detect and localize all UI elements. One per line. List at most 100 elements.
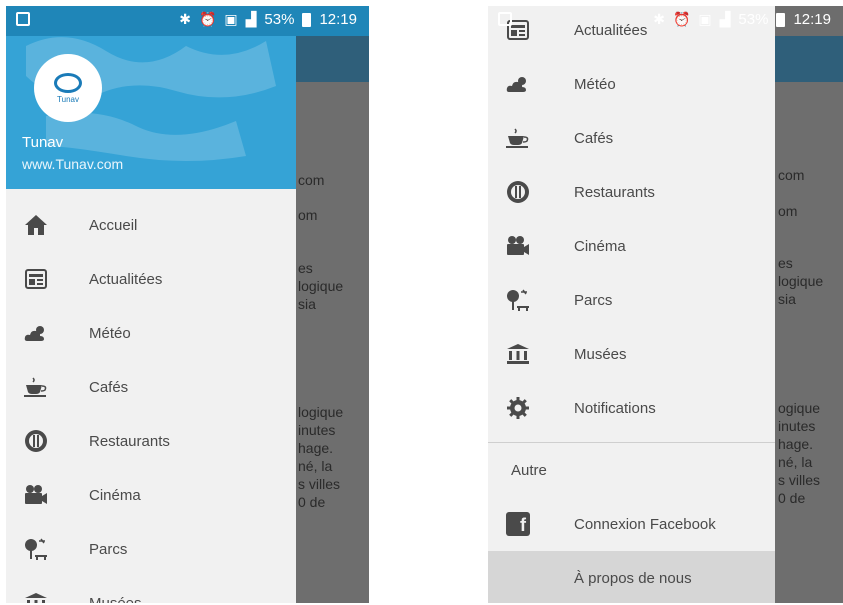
menu-item-actualitees[interactable]: Actualitées <box>6 252 296 306</box>
background-text: 0 de <box>298 494 326 510</box>
background-text: né, la <box>778 454 813 470</box>
coffee-icon <box>23 374 49 400</box>
menu-item-label: À propos de nous <box>574 569 692 587</box>
app-logo-avatar: Tunav <box>34 54 102 122</box>
bluetooth-icon: ✱ <box>653 11 665 27</box>
background-text: né, la <box>298 458 333 474</box>
section-divider <box>488 442 775 443</box>
menu-item-restaurants[interactable]: Restaurants <box>488 165 775 219</box>
background-text: 0 de <box>778 490 806 506</box>
menu-item-notifications[interactable]: Notifications <box>488 381 775 435</box>
signal-icon: ▟ <box>719 11 731 27</box>
background-text: hage. <box>298 440 334 456</box>
coffee-icon <box>505 125 531 151</box>
menu-item-label: Connexion Facebook <box>574 515 716 533</box>
menu-item-restaurants[interactable]: Restaurants <box>6 414 296 468</box>
menu-item-musees[interactable]: Musées <box>6 576 296 603</box>
screenshot-icon <box>16 12 30 26</box>
restaurant-icon <box>23 428 49 454</box>
park-icon <box>505 287 531 313</box>
weather-icon <box>23 320 49 346</box>
background-text: hage. <box>778 436 814 452</box>
menu-item-label: Cafés <box>89 378 129 396</box>
menu-item-meteo[interactable]: Météo <box>488 57 775 111</box>
tunav-logo-icon <box>54 72 82 93</box>
park-icon <box>23 536 49 562</box>
battery-icon <box>302 12 312 27</box>
background-text: logique <box>298 278 344 294</box>
background-text: s villes <box>778 472 821 488</box>
navigation-drawer-scrolled: Actualitées Météo Cafés Restaurants Ciné… <box>488 6 775 603</box>
menu-item-facebook-login[interactable]: f Connexion Facebook <box>488 497 775 551</box>
status-bar: ✱ ⏰ ▣ ▟ 53% 12:19 <box>488 6 843 36</box>
battery-icon <box>776 12 786 27</box>
cinema-icon <box>505 233 531 259</box>
status-bar: ✱ ⏰ ▣ ▟ 53% 12:19 <box>6 6 369 36</box>
account-website: www.Tunav.com <box>22 156 124 172</box>
background-text: om <box>298 207 318 223</box>
menu-item-parcs[interactable]: Parcs <box>6 522 296 576</box>
alarm-icon: ⏰ <box>672 11 691 27</box>
weather-icon <box>505 71 531 97</box>
background-text: inutes <box>298 422 336 438</box>
menu-item-about[interactable]: À propos de nous <box>488 551 775 603</box>
menu-item-label: Parcs <box>89 540 128 558</box>
menu-item-label: Cafés <box>574 129 614 147</box>
background-text: ogique <box>778 400 821 416</box>
gear-icon <box>505 395 531 421</box>
menu-item-cafes[interactable]: Cafés <box>488 111 775 165</box>
battery-percent: 53% <box>738 11 769 28</box>
menu-item-label: Restaurants <box>89 432 170 450</box>
menu-item-meteo[interactable]: Météo <box>6 306 296 360</box>
background-text: inutes <box>778 418 816 434</box>
menu-item-label: Parcs <box>574 291 613 309</box>
menu-item-cinema[interactable]: Cinéma <box>6 468 296 522</box>
battery-percent: 53% <box>264 11 295 28</box>
menu-item-cinema[interactable]: Cinéma <box>488 219 775 273</box>
phone-screen-left: ✱ ⏰ ▣ ▟ 53% 12:19 com om es logique sia … <box>6 6 369 603</box>
menu-item-label: Musées <box>89 594 142 604</box>
menu-item-accueil[interactable]: Accueil <box>6 198 296 252</box>
bluetooth-icon: ✱ <box>179 11 191 27</box>
phone-screen-right: com om es logique sia ogique inutes hage… <box>488 6 843 603</box>
museum-icon <box>23 590 49 603</box>
logo-text: Tunav <box>57 94 79 104</box>
navigation-drawer: Tunav Tunav www.Tunav.com Accueil Actual… <box>6 6 296 603</box>
signal-icon: ▟ <box>245 11 257 27</box>
background-text: s villes <box>298 476 341 492</box>
alarm-icon: ⏰ <box>198 11 217 27</box>
news-icon <box>23 266 49 292</box>
museum-icon <box>505 341 531 367</box>
background-text: com <box>298 172 325 188</box>
background-text: sia <box>298 296 316 312</box>
cinema-icon <box>23 482 49 508</box>
clock: 12:19 <box>319 11 357 28</box>
section-header-autre: Autre <box>511 462 547 479</box>
home-icon <box>23 212 49 238</box>
account-name: Tunav <box>22 134 64 151</box>
menu-item-label: Notifications <box>574 399 656 417</box>
background-text: logique <box>298 404 344 420</box>
menu-item-label: Météo <box>574 75 616 93</box>
menu-item-label: Musées <box>574 345 627 363</box>
menu-item-musees[interactable]: Musées <box>488 327 775 381</box>
menu-item-label: Cinéma <box>574 237 626 255</box>
clock: 12:19 <box>793 11 831 28</box>
facebook-icon: f <box>505 511 531 537</box>
menu-item-label: Météo <box>89 324 131 342</box>
background-text: logique <box>778 273 824 289</box>
menu-item-label: Restaurants <box>574 183 655 201</box>
sim2-icon: ▣ <box>698 11 712 27</box>
menu-item-parcs[interactable]: Parcs <box>488 273 775 327</box>
menu-item-cafes[interactable]: Cafés <box>6 360 296 414</box>
background-text: es <box>298 260 313 276</box>
screenshot-icon <box>498 12 512 26</box>
background-text: sia <box>778 291 796 307</box>
background-text: es <box>778 255 793 271</box>
background-text: com <box>778 167 805 183</box>
background-text: om <box>778 203 798 219</box>
menu-item-label: Accueil <box>89 216 138 234</box>
menu-item-label: Actualitées <box>89 270 163 288</box>
sim2-icon: ▣ <box>224 11 238 27</box>
menu-item-label: Cinéma <box>89 486 141 504</box>
